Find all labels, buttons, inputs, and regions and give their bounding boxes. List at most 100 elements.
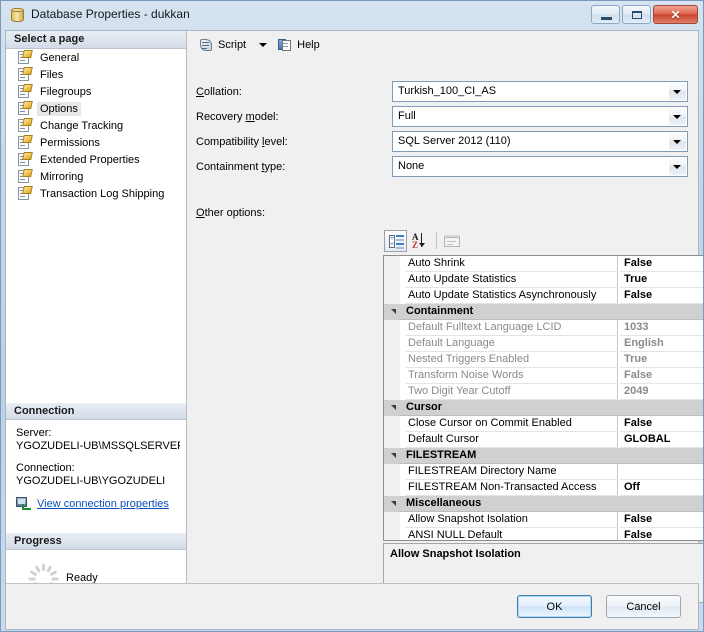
property-row[interactable]: Default Cursor GLOBAL xyxy=(384,432,704,448)
property-name: Nested Triggers Enabled xyxy=(406,352,618,368)
page-icon xyxy=(18,101,33,115)
script-button[interactable]: Script xyxy=(195,34,250,56)
progress-header: Progress xyxy=(6,532,186,550)
database-icon xyxy=(11,8,24,23)
chevron-down-icon[interactable] xyxy=(669,108,686,125)
property-name: Default Fulltext Language LCID xyxy=(406,320,618,336)
property-name: FILESTREAM Non-Transacted Access xyxy=(406,480,618,496)
connection-info: Server: YGOZUDELI-UB\MSSQLSERVER Connect… xyxy=(6,421,186,511)
window-title: Database Properties - dukkan xyxy=(31,7,190,21)
combobox[interactable]: SQL Server 2012 (110) xyxy=(392,131,688,152)
script-icon xyxy=(199,38,214,52)
script-label: Script xyxy=(218,39,247,51)
combobox-value: Full xyxy=(398,110,416,122)
property-value[interactable]: 1033 xyxy=(620,320,704,336)
property-grid[interactable]: Auto Shrink False Auto Update Statistics Tr… xyxy=(383,255,704,541)
server-label: Server: xyxy=(16,427,52,439)
sidebar-item-mirroring[interactable]: Mirroring xyxy=(6,168,186,185)
connection-value: YGOZUDELI-UB\YGOZUDELI xyxy=(16,475,166,487)
expander-icon[interactable] xyxy=(391,309,396,314)
property-value[interactable]: Off xyxy=(620,480,704,496)
property-value[interactable]: False xyxy=(620,416,704,432)
page-icon xyxy=(18,84,33,98)
property-row[interactable]: Transform Noise Words False xyxy=(384,368,704,384)
property-value[interactable]: False xyxy=(620,368,704,384)
property-row[interactable]: Auto Shrink False xyxy=(384,256,704,272)
title-bar[interactable]: Database Properties - dukkan ✕ xyxy=(0,0,704,30)
left-pane: Select a page General Files Filegroups Opti… xyxy=(6,31,187,614)
property-category-row[interactable]: FILESTREAM xyxy=(384,448,704,464)
options-form: Collation: Turkish_100_CI_AS Recovery mode… xyxy=(196,81,691,181)
categorized-view-icon[interactable]: + + xyxy=(384,230,407,252)
property-value[interactable]: False xyxy=(620,288,704,304)
property-row[interactable]: Close Cursor on Commit Enabled False xyxy=(384,416,704,432)
category-label: FILESTREAM xyxy=(406,449,477,461)
sidebar-item-permissions[interactable]: Permissions xyxy=(6,134,186,151)
property-value[interactable]: GLOBAL xyxy=(620,432,704,448)
chevron-down-icon[interactable] xyxy=(669,83,686,100)
ok-button[interactable]: OK xyxy=(517,595,592,618)
view-connection-properties-row[interactable]: View connection properties xyxy=(16,497,180,511)
property-name: Transform Noise Words xyxy=(406,368,618,384)
form-row: Recovery model: Full xyxy=(196,106,691,131)
sidebar-item-label: Transaction Log Shipping xyxy=(40,187,165,200)
close-button[interactable]: ✕ xyxy=(653,5,698,24)
description-title: Allow Snapshot Isolation xyxy=(390,548,521,560)
property-value[interactable]: 2049 xyxy=(620,384,704,400)
combobox[interactable]: Full xyxy=(392,106,688,127)
combobox[interactable]: None xyxy=(392,156,688,177)
property-row[interactable]: Two Digit Year Cutoff 2049 xyxy=(384,384,704,400)
help-label: Help xyxy=(297,39,320,51)
property-name: Auto Shrink xyxy=(406,256,618,272)
property-row[interactable]: FILESTREAM Directory Name xyxy=(384,464,704,480)
property-row[interactable]: Nested Triggers Enabled True xyxy=(384,352,704,368)
page-icon xyxy=(18,135,33,149)
window-controls: ✕ xyxy=(591,5,698,24)
combobox[interactable]: Turkish_100_CI_AS xyxy=(392,81,688,102)
cancel-button[interactable]: Cancel xyxy=(606,595,681,618)
page-icon xyxy=(18,169,33,183)
expander-icon[interactable] xyxy=(391,453,396,458)
property-row[interactable]: Default Language English xyxy=(384,336,704,352)
property-value[interactable] xyxy=(620,464,704,480)
minimize-button[interactable] xyxy=(591,5,620,24)
expander-icon[interactable] xyxy=(391,501,396,506)
property-value[interactable]: False xyxy=(620,256,704,272)
property-name: Default Cursor xyxy=(406,432,618,448)
property-row[interactable]: Auto Update Statistics Asynchronously Fal… xyxy=(384,288,704,304)
property-value[interactable]: True xyxy=(620,272,704,288)
sidebar-item-general[interactable]: General xyxy=(6,49,186,66)
script-dropdown-caret-icon[interactable] xyxy=(259,43,268,47)
sidebar-item-transaction-log-shipping[interactable]: Transaction Log Shipping xyxy=(6,185,186,202)
property-row[interactable]: Allow Snapshot Isolation False xyxy=(384,512,704,528)
sidebar-item-filegroups[interactable]: Filegroups xyxy=(6,83,186,100)
property-value[interactable]: English xyxy=(620,336,704,352)
property-row[interactable]: Auto Update Statistics True xyxy=(384,272,704,288)
server-value: YGOZUDELI-UB\MSSQLSERVER xyxy=(16,440,180,452)
category-label: Containment xyxy=(406,305,474,317)
property-category-row[interactable]: Containment xyxy=(384,304,704,320)
property-value[interactable]: False xyxy=(620,528,704,540)
sidebar-item-files[interactable]: Files xyxy=(6,66,186,83)
property-category-row[interactable]: Miscellaneous xyxy=(384,496,704,512)
property-category-row[interactable]: Cursor xyxy=(384,400,704,416)
property-row[interactable]: FILESTREAM Non-Transacted Access Off xyxy=(384,480,704,496)
property-value[interactable]: True xyxy=(620,352,704,368)
sidebar-item-extended-properties[interactable]: Extended Properties xyxy=(6,151,186,168)
sidebar-item-change-tracking[interactable]: Change Tracking xyxy=(6,117,186,134)
property-grid-viewport: Auto Shrink False Auto Update Statistics Tr… xyxy=(384,256,704,540)
chevron-down-icon[interactable] xyxy=(669,133,686,150)
property-name: Close Cursor on Commit Enabled xyxy=(406,416,618,432)
property-row[interactable]: ANSI NULL Default False xyxy=(384,528,704,540)
sidebar-item-options[interactable]: Options xyxy=(6,100,186,117)
help-button[interactable]: Help xyxy=(274,34,324,56)
view-connection-properties-link[interactable]: View connection properties xyxy=(37,498,169,511)
property-row[interactable]: Default Fulltext Language LCID 1033 xyxy=(384,320,704,336)
maximize-button[interactable] xyxy=(622,5,651,24)
expander-icon[interactable] xyxy=(391,405,396,410)
property-value[interactable]: False xyxy=(620,512,704,528)
dialog-window: Database Properties - dukkan ✕ Select a … xyxy=(0,0,704,632)
alphabetical-sort-icon[interactable]: AZ xyxy=(408,230,431,252)
chevron-down-icon[interactable] xyxy=(669,158,686,175)
dialog-footer: OK Cancel xyxy=(5,583,699,630)
